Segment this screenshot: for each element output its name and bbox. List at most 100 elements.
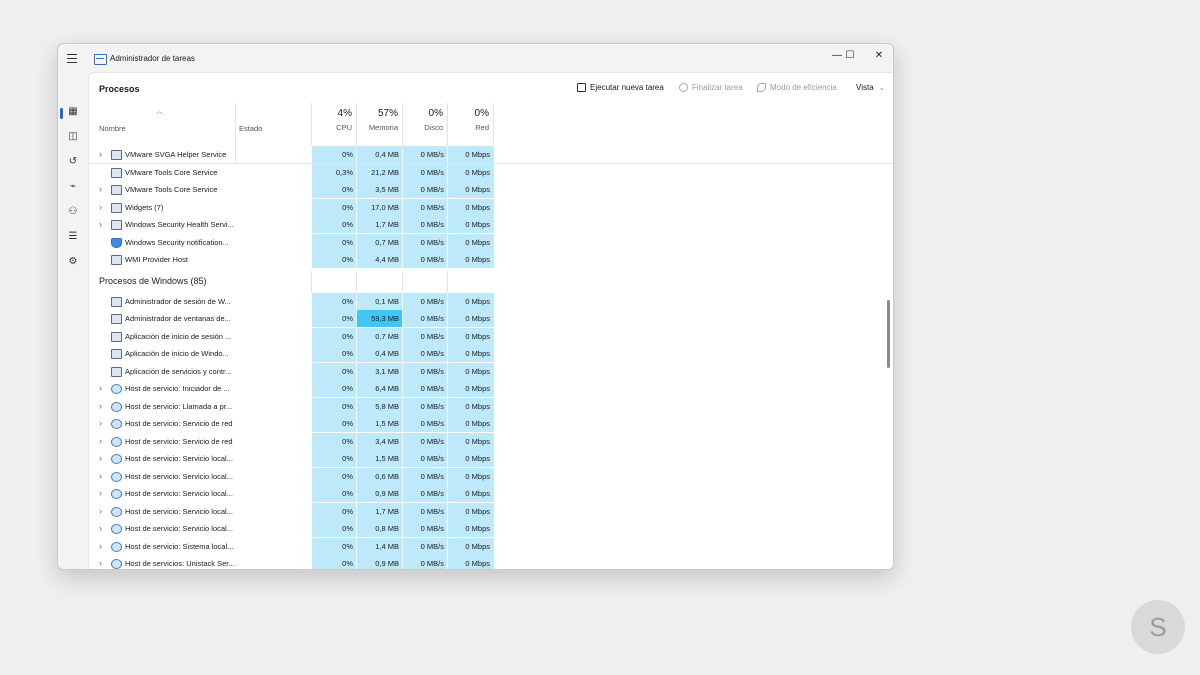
service-host-icon <box>111 524 122 534</box>
process-net-cell: 0 Mbps <box>447 432 494 450</box>
efficiency-mode-label: Modo de eficiencia <box>770 83 837 92</box>
process-cpu-cell: 0% <box>311 146 357 163</box>
service-host-icon <box>111 559 122 569</box>
services-icon[interactable]: ⚙ <box>65 254 81 270</box>
task-manager-app-icon <box>94 54 107 65</box>
service-host-icon <box>111 489 122 499</box>
app-history-icon[interactable]: ↺ <box>65 154 81 170</box>
process-mem-cell: 0,9 MB <box>356 485 403 502</box>
process-row[interactable]: › Host de servicio: Servicio local... 0% 1,… <box>89 450 893 467</box>
process-cpu-cell: 0% <box>311 502 357 520</box>
service-host-icon <box>111 419 122 429</box>
expand-chevron-icon[interactable]: › <box>99 216 102 233</box>
expand-chevron-icon[interactable]: › <box>99 555 102 569</box>
group-title: Procesos de Windows (85) <box>99 275 207 286</box>
process-row[interactable]: › Host de servicio: Servicio local... 0% 0,… <box>89 485 893 502</box>
group-header-row[interactable]: Procesos de Windows (85) <box>89 270 893 295</box>
expand-chevron-icon[interactable]: › <box>99 538 102 555</box>
process-row[interactable]: › Host de servicio: Servicio local... 0% 1,… <box>89 502 893 520</box>
service-host-icon <box>111 401 122 412</box>
network-percent[interactable]: 0% <box>449 108 489 119</box>
efficiency-mode-button[interactable]: Modo de eficiencia <box>757 83 837 92</box>
process-cpu-cell: 0% <box>311 233 357 251</box>
process-row[interactable]: Aplicación de inicio de sesión ... 0% 0,7 … <box>89 327 893 345</box>
expand-chevron-icon[interactable]: › <box>99 199 102 216</box>
process-icon <box>111 366 122 377</box>
process-row[interactable]: › Host de servicio: Iniciador de ... 0% 6,4… <box>89 380 893 397</box>
close-button[interactable]: ✕ <box>866 47 892 65</box>
process-net-cell: 0 Mbps <box>447 181 494 198</box>
process-row[interactable]: › Host de servicio: Llamada a pr... 0% 5,8 … <box>89 397 893 415</box>
process-row[interactable]: Administrador de sesión de W... 0% 0,1 MB 0… <box>89 292 893 310</box>
process-disk-cell: 0 MB/s <box>402 415 448 432</box>
process-row[interactable]: › Host de servicio: Servicio de red 0% 1,5 … <box>89 415 893 432</box>
network-header[interactable]: Red <box>449 123 489 132</box>
process-icon <box>111 220 122 230</box>
service-host-icon <box>111 454 122 464</box>
process-row[interactable]: Windows Security notification... 0% 0,7 MB… <box>89 233 893 251</box>
process-row[interactable]: › Host de servicio: Servicio local... 0% 0,… <box>89 467 893 485</box>
process-name: WMI Provider Host <box>125 255 188 264</box>
hamburger-menu-icon[interactable] <box>67 54 77 63</box>
process-row[interactable]: › Widgets (7) 0% 17,0 MB 0 MB/s 0 Mbps <box>89 198 893 216</box>
process-row[interactable]: › VMware SVGA Helper Service 0% 0,4 MB 0 MB/… <box>89 146 893 163</box>
performance-icon[interactable]: ◫ <box>65 129 81 145</box>
expand-chevron-icon[interactable]: › <box>99 485 102 502</box>
process-name: Aplicación de inicio de sesión ... <box>125 331 232 341</box>
expand-chevron-icon[interactable]: › <box>99 433 102 450</box>
disk-percent[interactable]: 0% <box>404 108 443 119</box>
maximize-button[interactable]: ☐ <box>837 47 863 65</box>
process-disk-cell: 0 MB/s <box>402 198 448 216</box>
process-disk-cell: 0 MB/s <box>402 397 448 415</box>
end-task-button[interactable]: Finalizar tarea <box>679 83 743 92</box>
process-row[interactable]: › Windows Security Health Servi... 0% 1,7 M… <box>89 216 893 233</box>
process-row[interactable]: Aplicación de servicios y contr... 0% 3,1 … <box>89 362 893 380</box>
process-row[interactable]: › Host de servicio: Servicio de red 0% 3,4 … <box>89 432 893 450</box>
process-row[interactable]: VMware Tools Core Service 0,3% 21,2 MB 0 MB… <box>89 163 893 181</box>
startup-icon[interactable]: ⌁ <box>65 179 81 195</box>
users-icon[interactable]: ⚇ <box>65 204 81 220</box>
expand-chevron-icon[interactable]: › <box>99 450 102 467</box>
processes-icon[interactable]: ▦ <box>65 104 81 120</box>
expand-chevron-icon[interactable]: › <box>99 415 102 432</box>
expand-chevron-icon[interactable]: › <box>99 503 102 520</box>
expand-chevron-icon[interactable]: › <box>99 520 102 537</box>
disk-header[interactable]: Disco <box>404 123 443 132</box>
service-host-icon <box>111 506 122 517</box>
title-bar: Administrador de tareas — ☐ ✕ <box>58 44 893 72</box>
service-host-icon <box>111 471 122 482</box>
process-row[interactable]: Administrador de ventanas de... 0% 59,3 MB… <box>89 310 893 327</box>
expand-chevron-icon[interactable]: › <box>99 380 102 397</box>
process-row[interactable]: › Host de servicios: Unistack Ser... 0% 0,9… <box>89 555 893 569</box>
process-row[interactable]: Aplicación de inicio de Windo... 0% 0,4 MB… <box>89 345 893 362</box>
expand-chevron-icon[interactable]: › <box>99 398 102 415</box>
end-task-icon <box>679 83 688 92</box>
view-dropdown[interactable]: Vista ⌄ <box>856 83 885 92</box>
process-net-cell: 0 Mbps <box>447 502 494 520</box>
expand-chevron-icon[interactable]: › <box>99 146 102 163</box>
process-mem-cell: 3,5 MB <box>356 181 403 198</box>
process-icon <box>111 331 122 342</box>
process-row[interactable]: › Host de servicio: Sistema local... 0% 1,4… <box>89 537 893 555</box>
process-icon <box>111 185 122 195</box>
memory-percent[interactable]: 57% <box>358 108 398 119</box>
details-icon[interactable]: ☰ <box>65 229 81 245</box>
process-row[interactable]: › Host de servicio: Servicio local... 0% 0,… <box>89 520 893 537</box>
window-title: Administrador de tareas <box>110 54 195 63</box>
run-new-task-button[interactable]: Ejecutar nueva tarea <box>577 83 664 92</box>
scrollbar-thumb[interactable] <box>887 300 890 368</box>
process-row[interactable]: › VMware Tools Core Service 0% 3,5 MB 0 MB/s… <box>89 181 893 198</box>
cpu-header[interactable]: CPU <box>313 123 352 132</box>
expand-chevron-icon[interactable]: › <box>99 468 102 485</box>
expand-chevron-icon[interactable]: › <box>99 181 102 198</box>
col-status-header[interactable]: Estado <box>239 124 262 133</box>
process-cpu-cell: 0% <box>311 216 357 233</box>
process-cpu-cell: 0% <box>311 485 357 502</box>
process-name: Administrador de ventanas de... <box>125 314 231 323</box>
service-host-icon <box>111 436 122 447</box>
process-row[interactable]: WMI Provider Host 0% 4,4 MB 0 MB/s 0 Mbps <box>89 251 893 268</box>
col-name-header[interactable]: Nombre <box>99 124 126 133</box>
cpu-percent[interactable]: 4% <box>313 108 352 119</box>
memory-header[interactable]: Memoria <box>358 123 398 132</box>
group-row-divider <box>311 270 357 295</box>
